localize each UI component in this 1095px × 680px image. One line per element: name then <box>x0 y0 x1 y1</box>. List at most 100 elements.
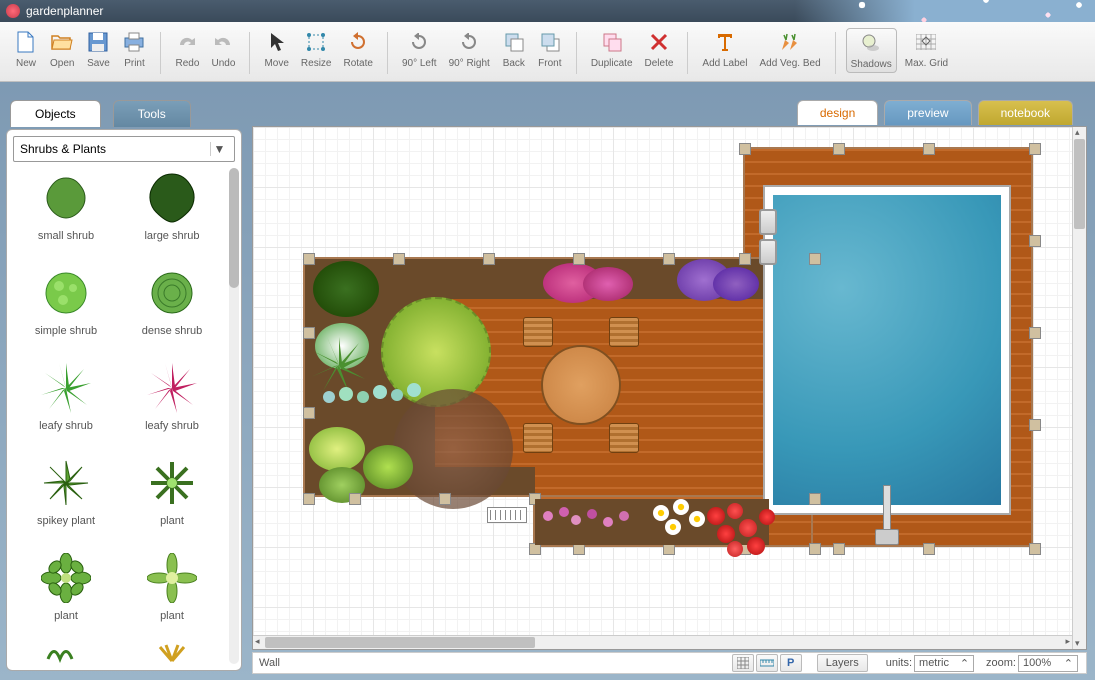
rotate-right-button[interactable]: 90° Right <box>445 28 494 71</box>
object-item[interactable]: spikey plant <box>13 453 119 548</box>
delete-button[interactable]: Delete <box>641 28 678 71</box>
properties-button[interactable]: P <box>780 654 802 672</box>
deck-post[interactable] <box>739 253 751 265</box>
patio-chair[interactable] <box>609 423 639 453</box>
deck-post[interactable] <box>1029 143 1041 155</box>
patio-chair[interactable] <box>523 317 553 347</box>
object-item[interactable]: plant <box>13 548 119 643</box>
send-back-button[interactable]: Back <box>498 28 530 71</box>
shadows-button[interactable]: Shadows <box>846 28 897 73</box>
plant-flowers-small[interactable] <box>543 505 643 533</box>
plant-flowers-pink[interactable] <box>583 267 633 301</box>
category-select[interactable]: Shrubs & Plants ▼ <box>13 136 235 162</box>
patio-table[interactable] <box>541 345 621 425</box>
rotate-icon <box>346 30 370 54</box>
deck-post[interactable] <box>1029 543 1041 555</box>
new-button[interactable]: New <box>10 28 42 71</box>
print-button[interactable]: Print <box>118 28 150 71</box>
redo-button[interactable]: Redo <box>171 28 203 71</box>
object-label: plant <box>54 610 78 622</box>
object-item[interactable]: simple shrub <box>13 263 119 358</box>
move-button[interactable]: Move <box>260 28 292 71</box>
deck-post[interactable] <box>739 143 751 155</box>
pool-ladder[interactable] <box>759 239 777 265</box>
deck-post[interactable] <box>923 543 935 555</box>
plant-shrub[interactable] <box>309 427 365 471</box>
patio-chair[interactable] <box>523 423 553 453</box>
deck-post[interactable] <box>303 407 315 419</box>
deck-post[interactable] <box>809 543 821 555</box>
shadows-icon <box>859 31 883 55</box>
objects-tab[interactable]: Objects <box>10 100 101 127</box>
plant-flowers-purple[interactable] <box>713 267 759 301</box>
dropdown-arrow-icon: ▼ <box>210 142 228 156</box>
undo-button[interactable]: Undo <box>207 28 239 71</box>
object-label: simple shrub <box>35 325 97 337</box>
canvas-vscrollbar[interactable] <box>1072 127 1086 649</box>
plant-flowers-red[interactable] <box>703 503 783 559</box>
notebook-tab[interactable]: notebook <box>978 100 1073 125</box>
object-item[interactable] <box>119 643 225 664</box>
resize-button[interactable]: Resize <box>297 28 336 71</box>
plant-row-pebbles[interactable] <box>323 383 433 407</box>
garden-design <box>253 127 1072 635</box>
deck-post[interactable] <box>349 493 361 505</box>
object-item[interactable] <box>13 643 119 664</box>
deck-post[interactable] <box>393 253 405 265</box>
grid-toggle-button[interactable] <box>732 654 754 672</box>
add-label-button[interactable]: Add Label <box>698 28 751 71</box>
deck-post[interactable] <box>303 493 315 505</box>
rotate-left-button[interactable]: 90° Left <box>398 28 441 71</box>
deck-post[interactable] <box>483 253 495 265</box>
object-item[interactable]: plant <box>119 453 225 548</box>
plant-shrub[interactable] <box>313 261 379 317</box>
duplicate-button[interactable]: Duplicate <box>587 28 637 71</box>
deck-post[interactable] <box>923 143 935 155</box>
deck-post[interactable] <box>573 253 585 265</box>
max-grid-button[interactable]: Max. Grid <box>901 28 952 71</box>
open-button[interactable]: Open <box>46 28 78 71</box>
object-item[interactable]: small shrub <box>13 168 119 263</box>
units-select[interactable]: metric⌃ <box>914 655 974 672</box>
pool-ladder[interactable] <box>759 209 777 235</box>
design-canvas[interactable] <box>252 126 1087 650</box>
deck-post[interactable] <box>1029 327 1041 339</box>
object-scrollbar[interactable] <box>229 168 239 664</box>
object-item[interactable]: large shrub <box>119 168 225 263</box>
object-item[interactable]: dense shrub <box>119 263 225 358</box>
rotate-button[interactable]: Rotate <box>340 28 377 71</box>
plant-tree[interactable] <box>393 389 513 509</box>
deck-post[interactable] <box>833 543 845 555</box>
zoom-select[interactable]: 100%⌃ <box>1018 655 1078 672</box>
plant-shrub[interactable] <box>363 445 413 489</box>
deck-post[interactable] <box>809 493 821 505</box>
bring-front-button[interactable]: Front <box>534 28 566 71</box>
patio-chair[interactable] <box>609 317 639 347</box>
ruler-toggle-button[interactable] <box>756 654 778 672</box>
deck-post[interactable] <box>439 493 451 505</box>
object-item[interactable]: leafy shrub <box>119 358 225 453</box>
garden-bench[interactable] <box>487 507 527 523</box>
design-tab[interactable]: design <box>797 100 878 125</box>
save-button[interactable]: Save <box>82 28 114 71</box>
add-veg-bed-button[interactable]: Add Veg. Bed <box>755 28 824 71</box>
deck-post[interactable] <box>303 253 315 265</box>
deck-post[interactable] <box>1029 235 1041 247</box>
diving-board[interactable] <box>871 485 901 545</box>
plant-icon <box>36 548 96 608</box>
deck-post[interactable] <box>663 253 675 265</box>
title-bar: gardenplanner <box>0 0 1095 22</box>
object-item[interactable]: plant <box>119 548 225 643</box>
swimming-pool[interactable] <box>763 185 1011 515</box>
preview-tab[interactable]: preview <box>884 100 971 125</box>
bring-front-icon <box>538 30 562 54</box>
object-item[interactable]: leafy shrub <box>13 358 119 453</box>
deck-post[interactable] <box>833 143 845 155</box>
deck-post[interactable] <box>303 327 315 339</box>
units-label: units: <box>886 657 912 669</box>
tools-tab[interactable]: Tools <box>113 100 191 127</box>
deck-post[interactable] <box>1029 419 1041 431</box>
deck-post[interactable] <box>809 253 821 265</box>
layers-button[interactable]: Layers <box>817 654 868 672</box>
canvas-hscrollbar[interactable] <box>253 635 1072 649</box>
